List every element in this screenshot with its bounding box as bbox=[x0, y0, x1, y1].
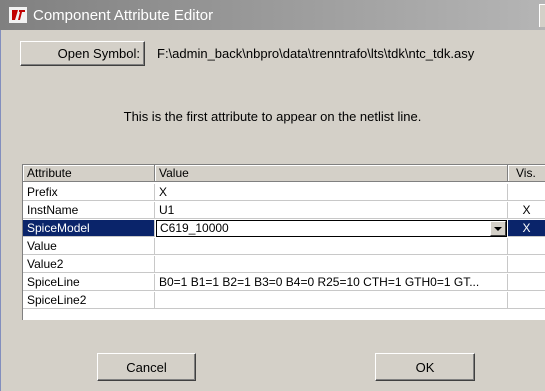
attribute-value[interactable] bbox=[155, 292, 508, 309]
table-row-prefix[interactable]: Prefix X bbox=[23, 184, 545, 202]
header-value: Value bbox=[155, 165, 508, 182]
attribute-table[interactable]: Attribute Value Vis. Prefix X InstName U… bbox=[22, 164, 545, 320]
attribute-name: Value2 bbox=[23, 256, 155, 273]
attribute-name: SpiceLine2 bbox=[23, 292, 155, 309]
attribute-name: SpiceLine bbox=[23, 274, 155, 291]
dropdown-button[interactable] bbox=[490, 221, 506, 236]
spicemodel-combobox[interactable]: C619_10000 bbox=[156, 220, 507, 237]
attribute-visible[interactable] bbox=[508, 184, 545, 201]
attribute-value[interactable]: B0=1 B1=1 B2=1 B3=0 B4=0 R25=10 CTH=1 GT… bbox=[155, 274, 508, 291]
window-title: Component Attribute Editor bbox=[33, 7, 214, 24]
attribute-visible[interactable]: X bbox=[508, 220, 545, 237]
attribute-visible[interactable] bbox=[508, 274, 545, 291]
table-row-spiceline2[interactable]: SpiceLine2 bbox=[23, 292, 545, 310]
header-attribute: Attribute bbox=[23, 165, 155, 182]
attribute-name: Prefix bbox=[23, 184, 155, 201]
attribute-visible[interactable] bbox=[508, 292, 545, 309]
attribute-value[interactable]: U1 bbox=[155, 202, 508, 219]
attribute-name: SpiceModel bbox=[23, 220, 155, 237]
table-row-instname[interactable]: InstName U1 X bbox=[23, 202, 545, 220]
open-symbol-button[interactable]: Open Symbol: bbox=[20, 41, 145, 66]
table-row-value[interactable]: Value bbox=[23, 238, 545, 256]
attribute-visible[interactable]: X bbox=[508, 202, 545, 219]
combobox-value: C619_10000 bbox=[160, 221, 229, 235]
attribute-visible[interactable] bbox=[508, 238, 545, 255]
header-visible: Vis. bbox=[508, 165, 545, 182]
attribute-value[interactable] bbox=[155, 256, 508, 273]
table-row-spicemodel[interactable]: SpiceModel C619_10000 X bbox=[23, 220, 545, 238]
title-bar[interactable]: Component Attribute Editor bbox=[0, 0, 545, 30]
table-row-spiceline[interactable]: SpiceLine B0=1 B1=1 B2=1 B3=0 B4=0 R25=1… bbox=[23, 274, 545, 292]
cancel-button[interactable]: Cancel bbox=[97, 353, 196, 381]
ltspice-logo-icon bbox=[9, 7, 27, 23]
chevron-down-icon bbox=[494, 227, 502, 231]
attribute-value[interactable] bbox=[155, 238, 508, 255]
attribute-hint: This is the first attribute to appear on… bbox=[123, 109, 422, 124]
table-header: Attribute Value Vis. bbox=[23, 165, 545, 183]
attribute-name: Value bbox=[23, 238, 155, 255]
symbol-path: F:\admin_back\nbpro\data\trenntrafo\lts\… bbox=[157, 46, 475, 61]
background-edge bbox=[0, 30, 1, 391]
attribute-visible[interactable] bbox=[508, 256, 545, 273]
attribute-value[interactable]: X bbox=[155, 184, 508, 201]
table-row-value2[interactable]: Value2 bbox=[23, 256, 545, 274]
ok-button[interactable]: OK bbox=[375, 353, 475, 381]
attribute-name: InstName bbox=[23, 202, 155, 219]
close-button[interactable] bbox=[539, 4, 545, 27]
